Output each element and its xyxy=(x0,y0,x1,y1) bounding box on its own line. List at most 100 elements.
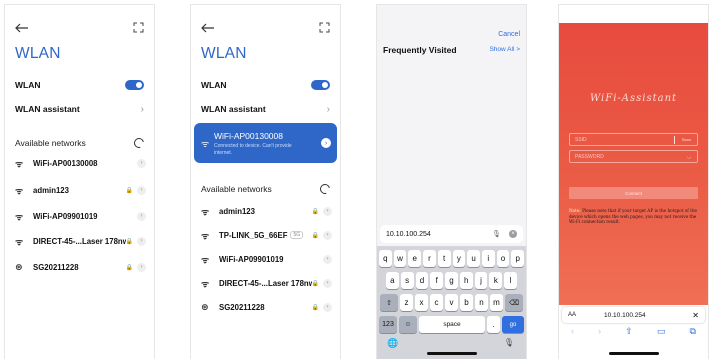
chevron-right-icon[interactable]: › xyxy=(137,158,146,168)
key-d[interactable]: d xyxy=(415,272,429,289)
share-icon[interactable]: ⇧ xyxy=(625,326,633,342)
key-z[interactable]: z xyxy=(400,294,413,311)
bookmarks-icon[interactable]: ▭ xyxy=(657,326,666,342)
wifi-icon: ᯤ xyxy=(15,236,24,247)
key-r[interactable]: r xyxy=(423,250,436,267)
note-label: Note: xyxy=(569,208,581,213)
lock-icon: 🔒 xyxy=(125,187,133,194)
wlan-toggle-row[interactable]: WLAN xyxy=(15,75,144,95)
url-text: 10.10.100.254 xyxy=(604,311,646,319)
network-item[interactable]: ᯤ DIRECT-45-...Laser 178nw 🔒 › xyxy=(201,274,332,292)
app-title: WiFi-Assistant xyxy=(589,93,678,104)
emoji-key[interactable]: ☺ xyxy=(399,316,417,333)
key-w[interactable]: w xyxy=(393,250,407,267)
go-key[interactable]: go xyxy=(502,316,524,333)
key-l[interactable]: l xyxy=(504,272,518,289)
refresh-icon[interactable] xyxy=(132,136,146,150)
show-all-link[interactable]: Show All > xyxy=(489,46,520,53)
shift-key[interactable]: ⇧ xyxy=(380,294,398,311)
note-body: Please note that if your target AP is th… xyxy=(569,208,697,224)
network-item[interactable]: ᯤ WiFi-AP00130008 › xyxy=(15,154,146,172)
key-v[interactable]: v xyxy=(445,294,458,311)
chevron-right-icon[interactable]: › xyxy=(323,302,332,312)
eye-icon[interactable]: ◡ xyxy=(687,154,691,160)
key-i[interactable]: i xyxy=(481,250,495,267)
back-arrow-icon[interactable] xyxy=(201,23,215,33)
password-input[interactable]: PASSWORD ◡ xyxy=(569,150,698,163)
numbers-key[interactable]: 123 xyxy=(379,316,397,333)
key-s[interactable]: s xyxy=(400,272,414,289)
back-arrow-icon[interactable] xyxy=(15,23,29,33)
key-p[interactable]: p xyxy=(511,250,525,267)
key-u[interactable]: u xyxy=(467,250,480,267)
key-x[interactable]: x xyxy=(415,294,428,311)
globe-icon[interactable]: 🌐 xyxy=(387,338,398,349)
wlan-toggle[interactable] xyxy=(125,80,144,90)
key-q[interactable]: q xyxy=(378,250,392,267)
chevron-right-icon[interactable]: › xyxy=(137,236,146,246)
chevron-right-icon[interactable]: › xyxy=(137,185,146,195)
network-item[interactable]: ᯤ TP-LINK_5G_66EF 5G 🔒 › xyxy=(201,226,332,244)
network-item[interactable]: ᯤ WiFi-AP09901019 › xyxy=(15,207,146,225)
url-input[interactable]: 10.10.100.254 🎙 × xyxy=(380,225,523,243)
wlan-assistant-row[interactable]: WLAN assistant › xyxy=(201,99,330,119)
wlan-toggle[interactable] xyxy=(311,80,330,90)
network-item[interactable]: ⊛ SG20211228 🔒 › xyxy=(15,258,146,276)
key-n[interactable]: n xyxy=(475,294,488,311)
microphone-icon[interactable]: 🎙 xyxy=(492,230,501,238)
key-y[interactable]: y xyxy=(452,250,466,267)
chevron-right-icon[interactable]: › xyxy=(321,138,331,148)
microphone-icon[interactable]: 🎙 xyxy=(504,338,514,347)
scan-button[interactable]: Scan xyxy=(682,137,691,142)
key-a[interactable]: a xyxy=(385,272,399,289)
dot-key[interactable]: . xyxy=(487,316,500,333)
wlan-assistant-label: WLAN assistant xyxy=(15,104,80,114)
key-k[interactable]: k xyxy=(489,272,503,289)
connect-button[interactable]: Connect xyxy=(569,187,698,199)
backspace-key[interactable]: ⌫ xyxy=(505,294,523,311)
back-icon[interactable]: ‹ xyxy=(571,326,574,342)
network-item[interactable]: ⊛ SG20211228 🔒 › xyxy=(201,298,332,316)
key-h[interactable]: h xyxy=(459,272,473,289)
wlan-toggle-row[interactable]: WLAN xyxy=(201,75,330,95)
chevron-right-icon[interactable]: › xyxy=(323,230,332,240)
key-b[interactable]: b xyxy=(460,294,473,311)
expand-icon[interactable] xyxy=(133,22,144,33)
ssid-input[interactable]: SSID Scan xyxy=(569,133,698,146)
key-o[interactable]: o xyxy=(496,250,510,267)
key-e[interactable]: e xyxy=(408,250,422,267)
safari-address-bar[interactable]: AA 10.10.100.254 ✕ xyxy=(562,307,705,323)
phone-screen-safari-url-entry: Cancel Frequently Visited Show All > 10.… xyxy=(376,4,527,359)
chevron-right-icon[interactable]: › xyxy=(323,254,332,264)
reader-options-button[interactable]: AA xyxy=(568,312,576,318)
network-item[interactable]: ᯤ WiFi-AP09901019 › xyxy=(201,250,332,268)
chevron-right-icon[interactable]: › xyxy=(323,278,332,288)
key-t[interactable]: t xyxy=(437,250,451,267)
key-m[interactable]: m xyxy=(490,294,503,311)
key-g[interactable]: g xyxy=(445,272,458,289)
lock-icon: 🔒 xyxy=(311,304,319,311)
forward-icon[interactable]: › xyxy=(598,326,601,342)
ssid-placeholder: SSID xyxy=(575,136,587,143)
expand-icon[interactable] xyxy=(319,22,330,33)
chevron-right-icon[interactable]: › xyxy=(323,206,332,216)
network-item[interactable]: ᯤ admin123 🔒 › xyxy=(201,202,332,220)
wifi-icon: ᯤ xyxy=(201,206,210,217)
space-key[interactable]: space xyxy=(419,316,485,333)
key-f[interactable]: f xyxy=(430,272,444,289)
password-placeholder: PASSWORD xyxy=(575,153,604,160)
wlan-assistant-row[interactable]: WLAN assistant › xyxy=(15,99,144,119)
wlan-assistant-label: WLAN assistant xyxy=(201,104,266,114)
clear-icon[interactable]: × xyxy=(509,230,517,238)
network-item[interactable]: ᯤ admin123 🔒 › xyxy=(15,181,146,199)
chevron-right-icon[interactable]: › xyxy=(137,262,146,272)
refresh-icon[interactable] xyxy=(318,182,332,196)
cancel-button[interactable]: Cancel xyxy=(498,31,520,38)
chevron-right-icon[interactable]: › xyxy=(137,211,146,221)
network-item[interactable]: ᯤ DIRECT-45-...Laser 178nw 🔒 › xyxy=(15,232,146,250)
key-j[interactable]: j xyxy=(474,272,488,289)
key-c[interactable]: c xyxy=(430,294,443,311)
close-icon[interactable]: ✕ xyxy=(692,311,699,320)
connected-network-card[interactable]: ᯤ WiFi-AP00130008 Connected to device. C… xyxy=(194,123,337,163)
tabs-icon[interactable]: ⧉ xyxy=(689,326,695,342)
